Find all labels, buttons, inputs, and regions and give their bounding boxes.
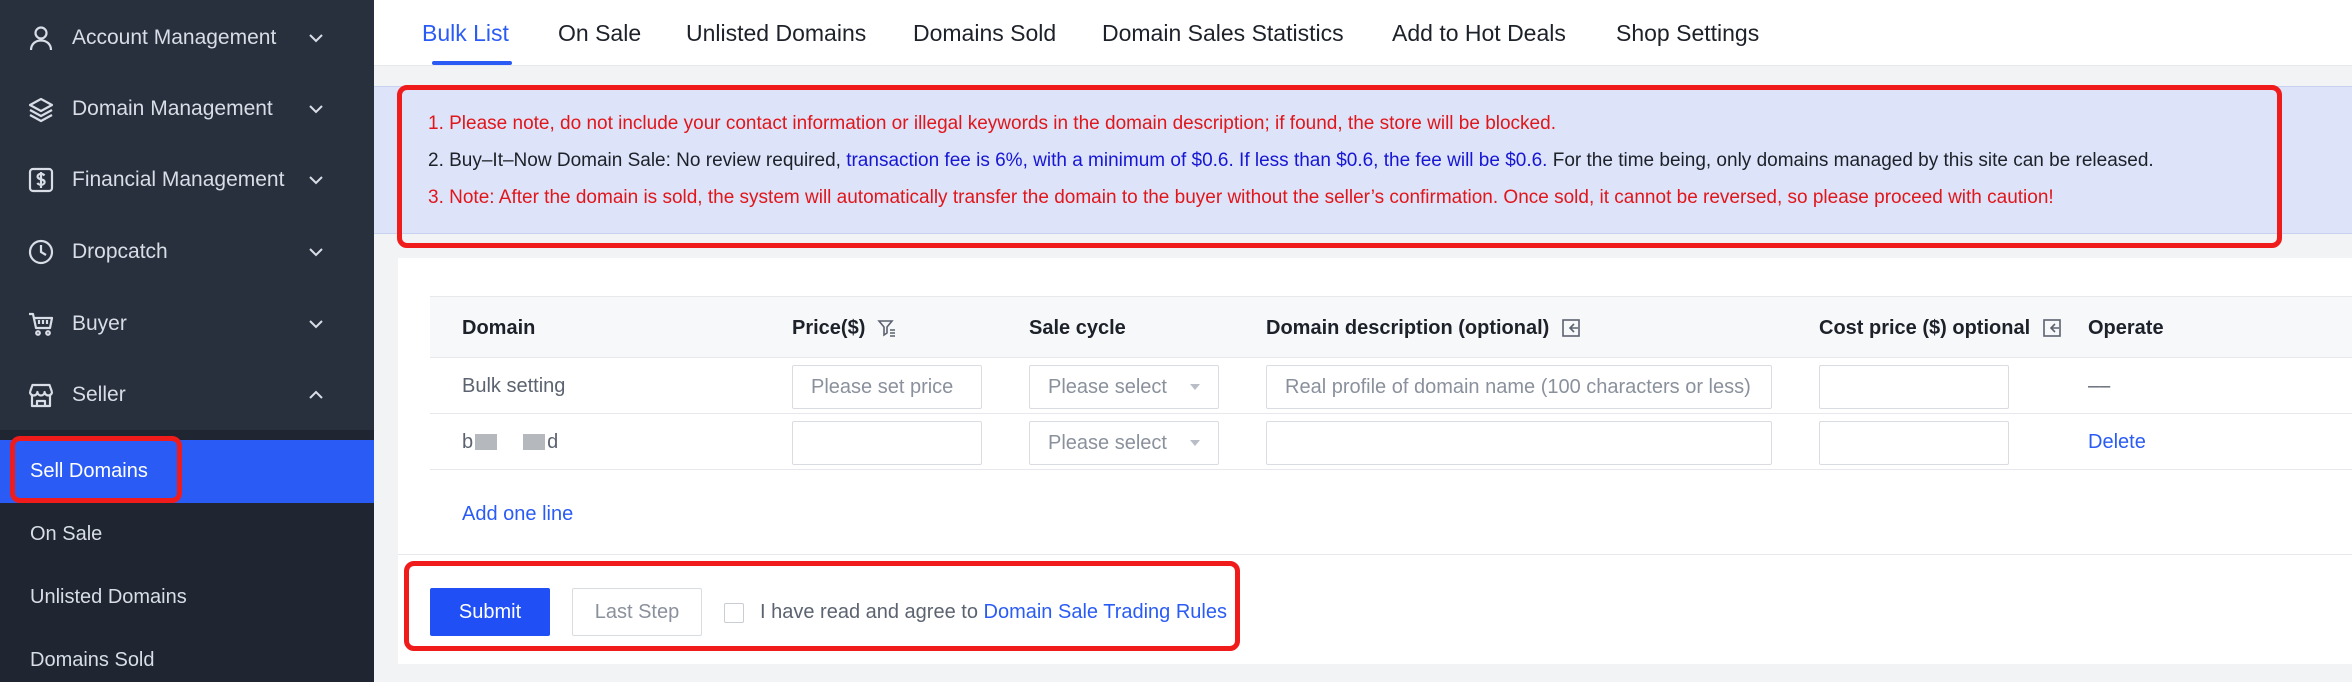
sidebar-item-account-management[interactable]: Account Management [0, 2, 374, 73]
agree-label: I have read and agree to [760, 600, 978, 623]
chevron-down-icon [305, 27, 327, 49]
column-header-label: Domain [462, 316, 536, 339]
column-header-label: Cost price ($) optional [1819, 316, 2031, 339]
tab-domain-sales-statistics[interactable]: Domain Sales Statistics [1102, 20, 1344, 47]
column-header-description: Domain description (optional) [1266, 297, 1581, 359]
agree-text: I have read and agree to Domain Sale Tra… [760, 588, 1227, 636]
layers-icon [26, 94, 56, 124]
bulk-cost-price-input[interactable] [1819, 365, 2009, 409]
last-step-button[interactable]: Last Step [572, 588, 702, 636]
sidebar-subitem-on-sale[interactable]: On Sale [0, 503, 374, 566]
tab-add-to-hot-deals[interactable]: Add to Hot Deals [1392, 20, 1566, 47]
sidebar-subitem-unlisted-domains[interactable]: Unlisted Domains [0, 566, 374, 629]
sidebar-item-label: Financial Management [72, 167, 285, 191]
chevron-down-icon [305, 169, 327, 191]
column-header-label: Operate [2088, 316, 2164, 339]
column-header-sale-cycle: Sale cycle [1029, 297, 1126, 359]
sidebar-item-label: Dropcatch [72, 239, 168, 263]
caret-down-icon [1190, 440, 1200, 446]
cart-icon [26, 309, 56, 339]
chevron-up-icon [305, 384, 327, 406]
column-header-operate: Operate [2088, 297, 2164, 359]
notice-line-3: 3. Note: After the domain is sold, the s… [428, 187, 2054, 208]
bulk-list-card: Domain Price($) Sale cycle Domain descri… [398, 258, 2352, 664]
sidebar-subitem-domains-sold[interactable]: Domains Sold [0, 629, 374, 682]
clock-icon [26, 237, 56, 267]
active-tab-indicator [432, 61, 512, 65]
caret-down-icon [1190, 384, 1200, 390]
agree-checkbox[interactable] [724, 603, 744, 623]
chevron-down-icon [305, 313, 327, 335]
user-icon [26, 23, 56, 53]
notice-line-2-text: 2. Buy–It–Now Domain Sale: No review req… [428, 150, 847, 171]
tab-domains-sold[interactable]: Domains Sold [913, 20, 1056, 47]
sidebar-subitem-sell-domains[interactable]: Sell Domains [0, 440, 374, 503]
table-row-bulk-setting: Bulk setting Please select –– [430, 358, 2352, 414]
fill-column-icon[interactable] [1561, 318, 1581, 338]
sidebar-item-buyer[interactable]: Buyer [0, 288, 374, 359]
domain-name-end: d [547, 430, 559, 453]
domain-name: bd [462, 414, 558, 470]
tab-unlisted-domains[interactable]: Unlisted Domains [686, 20, 866, 47]
sidebar-item-domain-management[interactable]: Domain Management [0, 73, 374, 144]
notice-panel: 1. Please note, do not include your cont… [374, 86, 2352, 234]
redacted-block [475, 434, 498, 450]
sidebar: Account Management Domain Management Fin… [0, 0, 374, 682]
column-header-label: Price($) [792, 316, 866, 339]
sidebar-item-dropcatch[interactable]: Dropcatch [0, 216, 374, 287]
fill-column-icon[interactable] [2042, 318, 2062, 338]
sidebar-item-label: Buyer [72, 311, 127, 335]
table-row: bd Please select Delete [430, 414, 2352, 470]
bulk-setting-label: Bulk setting [462, 374, 566, 397]
submit-button[interactable]: Submit [430, 588, 550, 636]
sidebar-item-label: Account Management [72, 25, 277, 49]
sidebar-item-financial-management[interactable]: Financial Management [0, 144, 374, 215]
sidebar-item-label: Domain Management [72, 96, 273, 120]
tab-on-sale[interactable]: On Sale [558, 20, 641, 47]
column-header-label: Sale cycle [1029, 316, 1126, 339]
chevron-down-icon [305, 98, 327, 120]
column-header-price: Price($) [792, 297, 897, 359]
description-input[interactable] [1266, 421, 1772, 465]
select-placeholder: Please select [1048, 375, 1167, 398]
shop-icon [26, 380, 56, 410]
bulk-description-input[interactable] [1266, 365, 1772, 409]
sidebar-item-label: Seller [72, 382, 126, 406]
bulk-price-input[interactable] [792, 365, 982, 409]
domain-name-start: b [462, 430, 474, 453]
tab-bar: Bulk List On Sale Unlisted Domains Domai… [374, 0, 2352, 66]
table-header: Domain Price($) Sale cycle Domain descri… [430, 296, 2352, 358]
column-header-domain: Domain [462, 297, 535, 359]
chevron-down-icon [305, 241, 327, 263]
delete-row-link[interactable]: Delete [2088, 414, 2146, 470]
notice-line-2: 2. Buy–It–Now Domain Sale: No review req… [428, 150, 2154, 172]
cost-price-input[interactable] [1819, 421, 2009, 465]
tab-bulk-list[interactable]: Bulk List [422, 20, 509, 47]
bulk-sale-cycle-select[interactable]: Please select [1029, 365, 1219, 409]
filter-icon[interactable] [877, 318, 897, 338]
add-one-line-link[interactable]: Add one line [462, 486, 573, 542]
price-input[interactable] [792, 421, 982, 465]
redacted-block [523, 434, 546, 450]
tab-shop-settings[interactable]: Shop Settings [1616, 20, 1759, 47]
notice-line-1: 1. Please note, do not include your cont… [428, 113, 1556, 134]
trading-rules-link[interactable]: Domain Sale Trading Rules [984, 601, 1227, 624]
column-header-label: Domain description (optional) [1266, 316, 1550, 339]
notice-line-2-fee: transaction fee is 6%, with a minimum of… [846, 150, 1548, 171]
select-placeholder: Please select [1048, 431, 1167, 454]
form-footer: Submit Last Step I have read and agree t… [398, 554, 2352, 664]
sidebar-item-seller[interactable]: Seller [0, 359, 374, 430]
dollar-icon [26, 165, 56, 195]
sale-cycle-select[interactable]: Please select [1029, 421, 1219, 465]
column-header-cost-price: Cost price ($) optional [1819, 297, 2062, 359]
bulk-operate-placeholder: –– [2088, 374, 2111, 397]
notice-line-2-tail: For the time being, only domains managed… [1547, 150, 2154, 171]
